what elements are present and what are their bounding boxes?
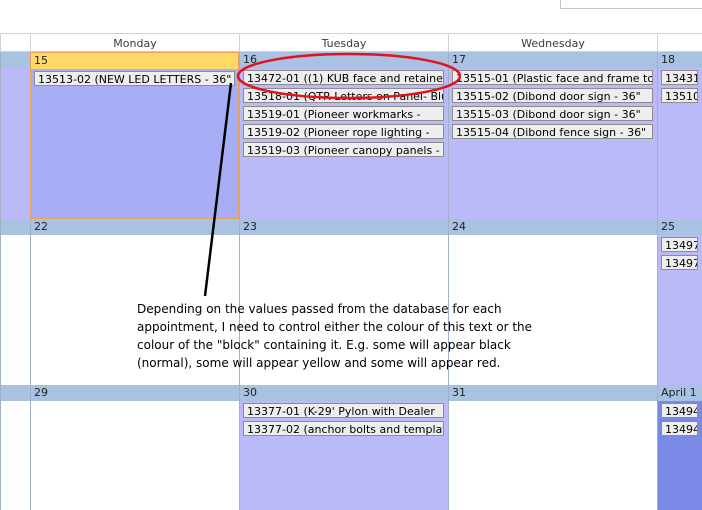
annotation-overlay: [203, 52, 462, 297]
pointer-line: [203, 82, 233, 297]
highlight-ellipse: [236, 52, 462, 100]
